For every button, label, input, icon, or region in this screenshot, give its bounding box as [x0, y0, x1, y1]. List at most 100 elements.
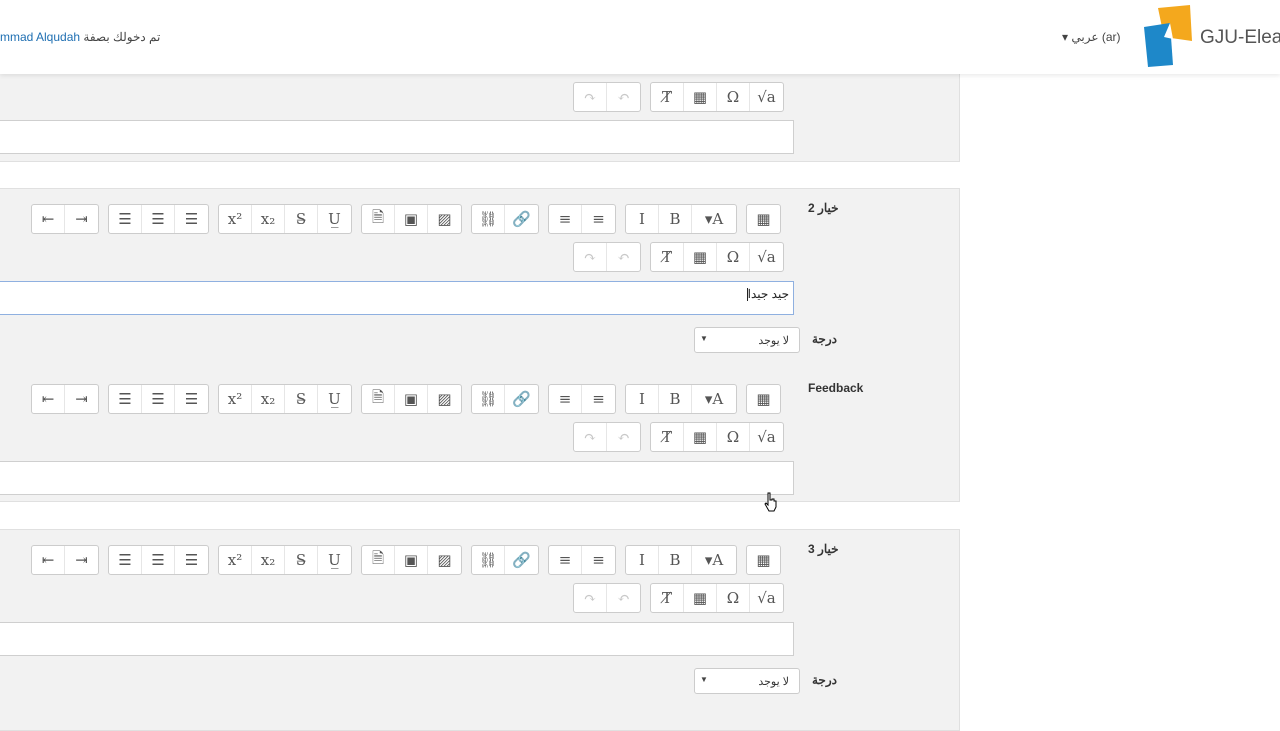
- subscript-icon[interactable]: x₂: [252, 546, 285, 574]
- equation-icon[interactable]: √a: [750, 423, 783, 451]
- toolbar-group: ⇤ ⇥: [31, 204, 99, 234]
- manage-files-icon[interactable]: 🗎: [362, 546, 395, 574]
- superscript-icon[interactable]: x²: [219, 546, 252, 574]
- unordered-list-icon[interactable]: ≡: [582, 385, 615, 413]
- undo-icon[interactable]: ↶: [607, 243, 640, 271]
- link-icon[interactable]: 🔗: [505, 546, 538, 574]
- redo-icon[interactable]: ↷: [574, 243, 607, 271]
- redo-icon[interactable]: ↷: [574, 584, 607, 612]
- brand-logo-icon[interactable]: [1142, 5, 1194, 67]
- image-icon[interactable]: ▨: [428, 385, 461, 413]
- underline-icon[interactable]: U̲: [318, 385, 351, 413]
- media-icon[interactable]: ▣: [395, 546, 428, 574]
- align-right-icon[interactable]: ☰: [109, 205, 142, 233]
- toolbar-toggle-icon[interactable]: ▦: [747, 546, 780, 574]
- answer-2-editor[interactable]: جيد جيدا: [0, 281, 794, 315]
- unordered-list-icon[interactable]: ≡: [582, 205, 615, 233]
- manage-files-icon[interactable]: 🗎: [362, 205, 395, 233]
- answer-1-editor[interactable]: [0, 120, 794, 154]
- clear-formatting-icon[interactable]: T̸: [651, 584, 684, 612]
- clear-formatting-icon[interactable]: T̸: [651, 83, 684, 111]
- special-char-icon[interactable]: Ω: [717, 243, 750, 271]
- align-center-icon[interactable]: ☰: [142, 546, 175, 574]
- bold-icon[interactable]: B: [659, 546, 692, 574]
- special-char-icon[interactable]: Ω: [717, 423, 750, 451]
- redo-icon[interactable]: ↷: [574, 83, 607, 111]
- strikethrough-icon[interactable]: S̶: [285, 205, 318, 233]
- outdent-icon[interactable]: ⇤: [32, 546, 65, 574]
- align-right-icon[interactable]: ☰: [109, 385, 142, 413]
- align-left-icon[interactable]: ☰: [175, 205, 208, 233]
- unlink-icon[interactable]: ⛓: [472, 385, 505, 413]
- font-color-icon[interactable]: ▾A: [692, 205, 736, 233]
- font-color-icon[interactable]: ▾A: [692, 546, 736, 574]
- link-icon[interactable]: 🔗: [505, 205, 538, 233]
- redo-icon[interactable]: ↷: [574, 423, 607, 451]
- link-icon[interactable]: 🔗: [505, 385, 538, 413]
- subscript-icon[interactable]: x₂: [252, 205, 285, 233]
- bold-icon[interactable]: B: [659, 205, 692, 233]
- table-icon[interactable]: ▦: [684, 584, 717, 612]
- subscript-icon[interactable]: x₂: [252, 385, 285, 413]
- italic-icon[interactable]: I: [626, 385, 659, 413]
- equation-icon[interactable]: √a: [750, 83, 783, 111]
- strikethrough-icon[interactable]: S̶: [285, 546, 318, 574]
- table-icon[interactable]: ▦: [684, 423, 717, 451]
- grade-select[interactable]: لا يوجد ▼: [694, 668, 800, 694]
- equation-icon[interactable]: √a: [750, 243, 783, 271]
- font-color-icon[interactable]: ▾A: [692, 385, 736, 413]
- equation-icon[interactable]: √a: [750, 584, 783, 612]
- clear-formatting-icon[interactable]: T̸: [651, 243, 684, 271]
- image-icon[interactable]: ▨: [428, 205, 461, 233]
- toolbar-toggle-icon[interactable]: ▦: [747, 205, 780, 233]
- unlink-icon[interactable]: ⛓: [472, 205, 505, 233]
- underline-icon[interactable]: U̲: [318, 205, 351, 233]
- feedback-editor[interactable]: [0, 461, 794, 495]
- special-char-icon[interactable]: Ω: [717, 584, 750, 612]
- image-icon[interactable]: ▨: [428, 546, 461, 574]
- outdent-icon[interactable]: ⇤: [32, 385, 65, 413]
- indent-icon[interactable]: ⇥: [65, 546, 98, 574]
- user-profile-link[interactable]: mmad Alqudah: [0, 30, 80, 44]
- language-menu[interactable]: ▾ عربي (ar): [1062, 30, 1121, 44]
- undo-icon[interactable]: ↶: [607, 83, 640, 111]
- indent-icon[interactable]: ⇥: [65, 385, 98, 413]
- italic-icon[interactable]: I: [626, 546, 659, 574]
- answer-panel-1: ↷ ↶ T̸ ▦ Ω √a: [0, 70, 960, 162]
- table-icon[interactable]: ▦: [684, 83, 717, 111]
- ordered-list-icon[interactable]: ≡: [549, 385, 582, 413]
- unordered-list-icon[interactable]: ≡: [582, 546, 615, 574]
- unlink-icon[interactable]: ⛓: [472, 546, 505, 574]
- underline-icon[interactable]: U̲: [318, 546, 351, 574]
- superscript-icon[interactable]: x²: [219, 385, 252, 413]
- grade-select-value: لا يوجد: [758, 676, 789, 688]
- undo-icon[interactable]: ↶: [607, 584, 640, 612]
- align-center-icon[interactable]: ☰: [142, 205, 175, 233]
- outdent-icon[interactable]: ⇤: [32, 205, 65, 233]
- special-char-icon[interactable]: Ω: [717, 83, 750, 111]
- toolbar-group: ▦: [746, 204, 781, 234]
- ordered-list-icon[interactable]: ≡: [549, 205, 582, 233]
- indent-icon[interactable]: ⇥: [65, 205, 98, 233]
- strikethrough-icon[interactable]: S̶: [285, 385, 318, 413]
- bold-icon[interactable]: B: [659, 385, 692, 413]
- ordered-list-icon[interactable]: ≡: [549, 546, 582, 574]
- manage-files-icon[interactable]: 🗎: [362, 385, 395, 413]
- answer-3-editor[interactable]: [0, 622, 794, 656]
- brand-name[interactable]: GJU-Elea: [1200, 27, 1280, 49]
- toolbar-toggle-icon[interactable]: ▦: [747, 385, 780, 413]
- media-icon[interactable]: ▣: [395, 205, 428, 233]
- align-left-icon[interactable]: ☰: [175, 385, 208, 413]
- answer-panel-3: خيار 3 ⇤ ⇥ ☰ ☰ ☰ x² x₂ S̶ U̲ 🗎 ▣ ▨ ⛓ 🔗 ≡ ≡ I B ▾A ▦ ↷ ↶ T̸ ▦ Ω √…: [0, 529, 960, 731]
- clear-formatting-icon[interactable]: T̸: [651, 423, 684, 451]
- table-icon[interactable]: ▦: [684, 243, 717, 271]
- grade-select[interactable]: لا يوجد ▼: [694, 327, 800, 353]
- align-right-icon[interactable]: ☰: [109, 546, 142, 574]
- align-center-icon[interactable]: ☰: [142, 385, 175, 413]
- align-left-icon[interactable]: ☰: [175, 546, 208, 574]
- italic-icon[interactable]: I: [626, 205, 659, 233]
- superscript-icon[interactable]: x²: [219, 205, 252, 233]
- media-icon[interactable]: ▣: [395, 385, 428, 413]
- toolbar-group: I B ▾A: [625, 384, 737, 414]
- undo-icon[interactable]: ↶: [607, 423, 640, 451]
